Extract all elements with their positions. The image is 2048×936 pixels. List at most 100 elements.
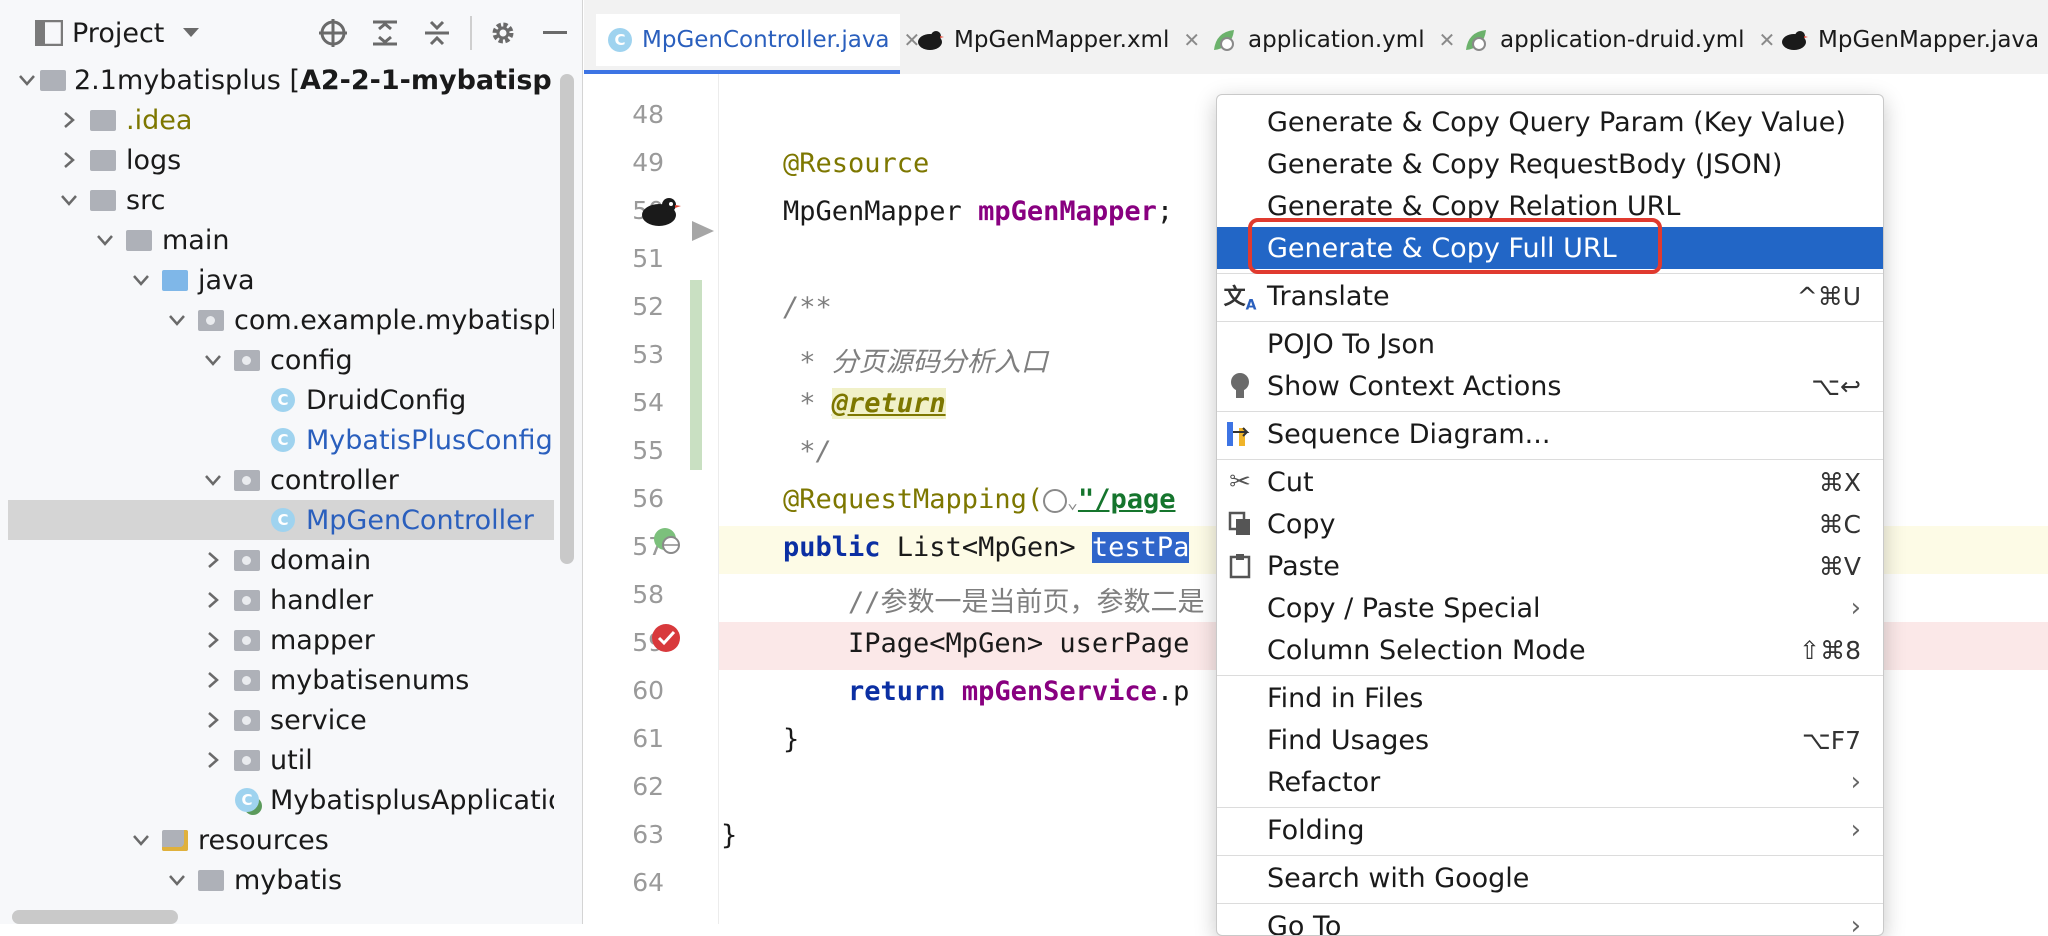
chevron-right-icon[interactable] xyxy=(198,585,228,615)
class-icon: C xyxy=(268,505,298,535)
project-view-dropdown[interactable]: Project xyxy=(72,12,200,54)
annotation-resource: @Resource xyxy=(783,148,929,179)
close-icon[interactable]: ✕ xyxy=(1439,28,1456,52)
tree-item[interactable]: com.example.mybatisplus xyxy=(8,300,554,340)
editor-gutter[interactable]: 48 49 50 51 52 53 54 55 56 57 58 59 60 6… xyxy=(584,74,718,924)
code-text: public List<MpGen> testPa xyxy=(783,532,1189,563)
tree-item[interactable]: mybatis xyxy=(8,860,554,900)
tree-item[interactable]: 2.1mybatisplus [A2-2-1-mybatisplus xyxy=(8,60,554,100)
tree-item[interactable]: mapper xyxy=(8,620,554,660)
module-folder-icon xyxy=(40,65,66,95)
chevron-down-icon[interactable] xyxy=(18,65,36,95)
chevron-right-icon[interactable] xyxy=(54,145,84,175)
menu-item-generate-query-param[interactable]: Generate & Copy Query Param (Key Value) xyxy=(1217,101,1883,143)
menu-item-folding[interactable]: Folding › xyxy=(1217,809,1883,851)
tree-item-selected[interactable]: C MpGenController xyxy=(8,500,554,540)
url-globe-icon[interactable]: ⌄ xyxy=(1043,484,1078,515)
menu-item-label: Copy / Paste Special xyxy=(1267,593,1541,624)
code-text: @RequestMapping(⌄"/page xyxy=(783,484,1175,515)
menu-item-cut[interactable]: ✂ Cut ⌘X xyxy=(1217,461,1883,503)
tree-item[interactable]: main xyxy=(8,220,554,260)
tree-item-label: mybatisenums xyxy=(270,665,469,696)
line-comment: //参数一是当前页，参数二是 xyxy=(783,580,1205,619)
chevron-down-icon[interactable] xyxy=(54,185,84,215)
chevron-right-icon[interactable] xyxy=(198,665,228,695)
tab-mpgenmapper-xml[interactable]: MpGenMapper.xml ✕ xyxy=(916,14,1200,66)
chevron-down-icon[interactable] xyxy=(90,225,120,255)
chevron-down-icon[interactable] xyxy=(162,865,192,895)
menu-item-pojo-to-json[interactable]: POJO To Json xyxy=(1217,323,1883,365)
menu-item-find-in-files[interactable]: Find in Files xyxy=(1217,677,1883,719)
selected-method-name[interactable]: testPa xyxy=(1092,532,1190,563)
menu-item-sequence-diagram[interactable]: Sequence Diagram... xyxy=(1217,413,1883,455)
tab-application-druid-yml[interactable]: application-druid.yml ✕ xyxy=(1462,14,1775,66)
tree-item[interactable]: controller xyxy=(8,460,554,500)
tree-item[interactable]: src xyxy=(8,180,554,220)
menu-item-column-selection-mode[interactable]: Column Selection Mode ⇧⌘8 xyxy=(1217,629,1883,671)
collapse-all-icon[interactable] xyxy=(418,14,456,52)
menu-item-generate-request-body[interactable]: Generate & Copy RequestBody (JSON) xyxy=(1217,143,1883,185)
locate-file-icon[interactable] xyxy=(314,14,352,52)
menu-item-paste[interactable]: Paste ⌘V xyxy=(1217,545,1883,587)
tab-mpgenmapper-java[interactable]: MpGenMapper.java xyxy=(1780,14,2039,66)
expand-all-icon[interactable] xyxy=(366,14,404,52)
menu-item-go-to[interactable]: Go To › xyxy=(1217,905,1883,936)
chevron-down-icon[interactable] xyxy=(198,465,228,495)
close-icon[interactable]: ✕ xyxy=(1183,28,1200,52)
gear-icon[interactable] xyxy=(484,14,522,52)
tree-item[interactable]: C DruidConfig xyxy=(8,380,554,420)
tab-application-yml[interactable]: application.yml ✕ xyxy=(1210,14,1455,66)
tree-item[interactable]: domain xyxy=(8,540,554,580)
chevron-down-icon[interactable] xyxy=(198,345,228,375)
spring-config-icon xyxy=(1462,26,1490,54)
chevron-right-icon[interactable] xyxy=(198,625,228,655)
tree-item-label: com.example.mybatisplus xyxy=(234,305,554,336)
chevron-right-icon[interactable] xyxy=(54,105,84,135)
tree-item[interactable]: util xyxy=(8,740,554,780)
tree-item-label: 2.1mybatisplus [ xyxy=(74,65,300,96)
tree-item[interactable]: mybatisenums xyxy=(8,660,554,700)
header-divider xyxy=(470,16,472,50)
chevron-right-icon[interactable] xyxy=(198,745,228,775)
tree-item[interactable]: service xyxy=(8,700,554,740)
menu-item-find-usages[interactable]: Find Usages ⌥F7 xyxy=(1217,719,1883,761)
menu-item-refactor[interactable]: Refactor › xyxy=(1217,761,1883,803)
breakpoint-icon[interactable] xyxy=(648,620,684,656)
line-number: 53 xyxy=(594,340,664,369)
chevron-right-icon[interactable] xyxy=(198,705,228,735)
tree-item[interactable]: .idea xyxy=(8,100,554,140)
chevron-right-icon[interactable] xyxy=(198,545,228,575)
chevron-down-icon[interactable] xyxy=(126,265,156,295)
chevron-down-icon[interactable] xyxy=(126,825,156,855)
endpoint-web-icon[interactable] xyxy=(652,526,682,556)
close-icon[interactable]: ✕ xyxy=(1759,28,1776,52)
tree-item[interactable]: C MybatisplusApplication xyxy=(8,780,554,820)
annotation-request-mapping: @RequestMapping( xyxy=(783,484,1043,515)
source-folder-icon xyxy=(160,265,190,295)
clipboard-icon xyxy=(1223,549,1257,583)
menu-item-show-context-actions[interactable]: Show Context Actions ⌥↩ xyxy=(1217,365,1883,407)
folder-icon xyxy=(196,865,226,895)
minimize-icon[interactable] xyxy=(536,14,574,52)
tree-horizontal-scrollbar[interactable] xyxy=(12,910,178,924)
tree-item[interactable]: logs xyxy=(8,140,554,180)
vcs-change-marker[interactable] xyxy=(690,280,702,470)
menu-item-translate[interactable]: 文A Translate ^⌘U xyxy=(1217,275,1883,317)
menu-item-label: Translate xyxy=(1267,281,1390,312)
chevron-down-icon[interactable] xyxy=(162,305,192,335)
tree-item[interactable]: java xyxy=(8,260,554,300)
menu-item-search-with-google[interactable]: Search with Google xyxy=(1217,857,1883,899)
tree-item[interactable]: config xyxy=(8,340,554,380)
tab-mpgencontroller-java[interactable]: C MpGenController.java ✕ xyxy=(596,14,900,66)
tree-item[interactable]: handler xyxy=(8,580,554,620)
mybatis-navigate-icon[interactable] xyxy=(638,192,682,232)
tree-vertical-scrollbar[interactable] xyxy=(560,74,574,564)
package-icon xyxy=(232,665,262,695)
annotation-highlight-box xyxy=(1248,218,1662,274)
tree-item[interactable]: C MybatisPlusConfig xyxy=(8,420,554,460)
implementation-arrow-icon[interactable] xyxy=(688,216,718,246)
menu-item-copy-paste-special[interactable]: Copy / Paste Special › xyxy=(1217,587,1883,629)
menu-item-copy[interactable]: Copy ⌘C xyxy=(1217,503,1883,545)
tree-item[interactable]: resources xyxy=(8,820,554,860)
project-view-icon[interactable] xyxy=(30,14,68,52)
